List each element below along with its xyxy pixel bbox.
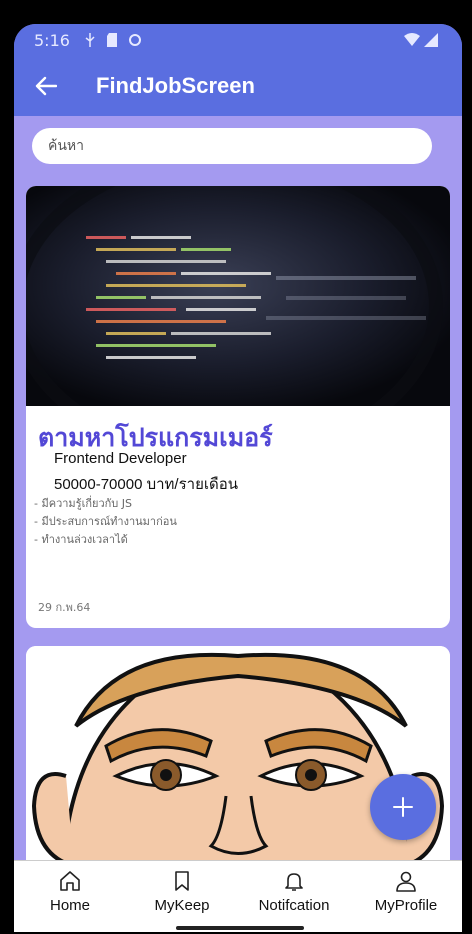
sd-card-icon — [106, 33, 117, 47]
nav-myprofile-label: MyProfile — [374, 896, 438, 914]
status-bar: 5:16 — [14, 24, 462, 56]
sync-icon — [128, 34, 141, 46]
bottom-navigation: Home MyKeep Notifcation MyProfile — [14, 860, 462, 921]
job-card[interactable]: ตามหาโปรแกรมเมอร์ Frontend Developer 500… — [26, 186, 450, 628]
plus-icon — [393, 797, 413, 817]
page-title: FindJobScreen — [96, 73, 255, 98]
signal-icon — [424, 33, 438, 47]
bookmark-icon — [175, 870, 189, 891]
job-requirement: - ทำงานล่วงเวลาได้ — [34, 533, 128, 546]
status-time: 5:16 — [34, 30, 70, 50]
person-icon — [396, 871, 416, 892]
add-job-button[interactable] — [370, 774, 436, 840]
usb-icon — [85, 33, 95, 47]
bell-icon — [285, 872, 303, 891]
home-indicator[interactable] — [176, 926, 304, 930]
nav-mykeep-label: MyKeep — [154, 896, 210, 914]
back-button[interactable] — [16, 56, 76, 116]
nav-mykeep[interactable]: MyKeep — [126, 861, 238, 921]
device-screen: 5:16 FindJobScreen ค้นหา ตามหาโปรแกรมเมอ… — [14, 24, 462, 932]
job-position: Frontend Developer — [54, 450, 187, 467]
job-requirement: - มีความรู้เกี่ยวกับ JS — [34, 497, 132, 510]
nav-notification[interactable]: Notifcation — [238, 861, 350, 921]
nav-home-label: Home — [49, 896, 90, 914]
app-bar: FindJobScreen — [14, 56, 462, 116]
job-requirement: - มีประสบการณ์ทำงานมาก่อน — [34, 515, 177, 528]
arrow-left-icon — [35, 76, 57, 96]
search-input[interactable] — [32, 128, 432, 164]
wifi-icon — [404, 33, 420, 46]
home-icon — [60, 870, 80, 891]
nav-home[interactable]: Home — [14, 861, 126, 921]
job-salary: 50000-70000 บาท/รายเดือน — [54, 476, 238, 493]
nav-notification-label: Notifcation — [258, 896, 330, 914]
code-screen-image — [26, 186, 450, 406]
job-date: 29 ก.พ.64 — [38, 601, 91, 614]
nav-myprofile[interactable]: MyProfile — [350, 861, 462, 921]
